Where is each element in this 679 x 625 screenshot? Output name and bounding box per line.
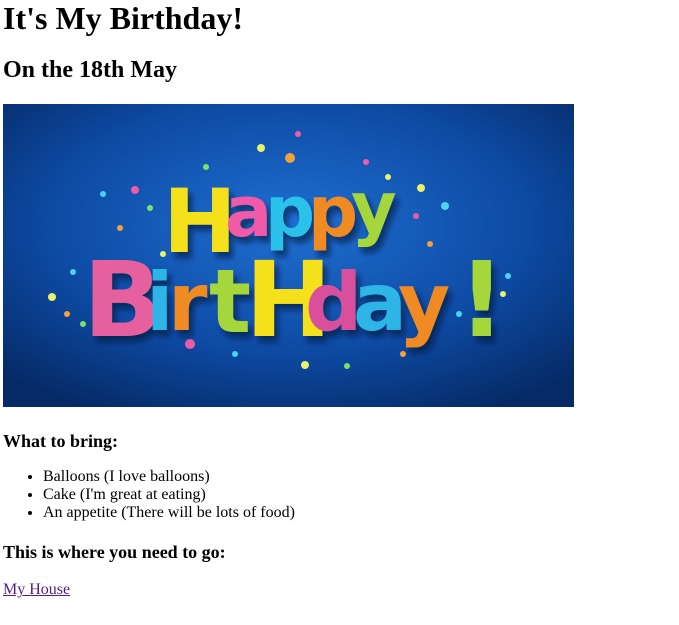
svg-text:y: y xyxy=(398,256,450,349)
svg-text:y: y xyxy=(351,167,397,249)
list-item: Cake (I'm great at eating) xyxy=(43,486,676,504)
link-paragraph: My House xyxy=(3,581,676,599)
svg-text:r: r xyxy=(168,256,208,349)
where-to-go-heading: This is where you need to go: xyxy=(3,542,226,562)
list-item: An appetite (There will be lots of food) xyxy=(43,504,676,522)
page: It's My Birthday! On the 18th May H a p … xyxy=(0,0,679,599)
svg-text:!: ! xyxy=(458,239,505,361)
my-house-link[interactable]: My House xyxy=(3,581,70,598)
birthday-banner-graphic: H a p p y B i r t H d a y ! xyxy=(3,104,574,407)
page-subtitle: On the 18th May xyxy=(3,57,177,83)
list-item: Balloons (I love balloons) xyxy=(43,468,676,486)
bring-list: Balloons (I love balloons) Cake (I'm gre… xyxy=(3,468,676,522)
what-to-bring-heading: What to bring: xyxy=(3,431,119,451)
birthday-banner-image: H a p p y B i r t H d a y ! xyxy=(3,104,574,407)
birthday-text: B i r t H d a y ! xyxy=(83,239,505,361)
page-title: It's My Birthday! xyxy=(3,0,243,36)
